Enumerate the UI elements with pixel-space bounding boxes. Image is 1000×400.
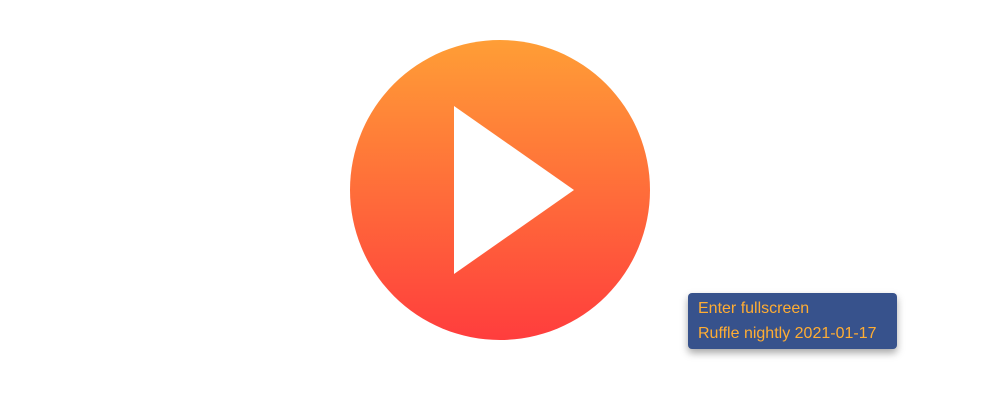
menu-item-enter-fullscreen[interactable]: Enter fullscreen — [688, 296, 897, 321]
play-icon — [350, 40, 650, 340]
context-menu: Enter fullscreen Ruffle nightly 2021-01-… — [688, 293, 897, 349]
player-stage[interactable]: Enter fullscreen Ruffle nightly 2021-01-… — [0, 0, 1000, 400]
menu-item-version[interactable]: Ruffle nightly 2021-01-17 — [688, 321, 897, 346]
play-button[interactable] — [350, 40, 650, 340]
